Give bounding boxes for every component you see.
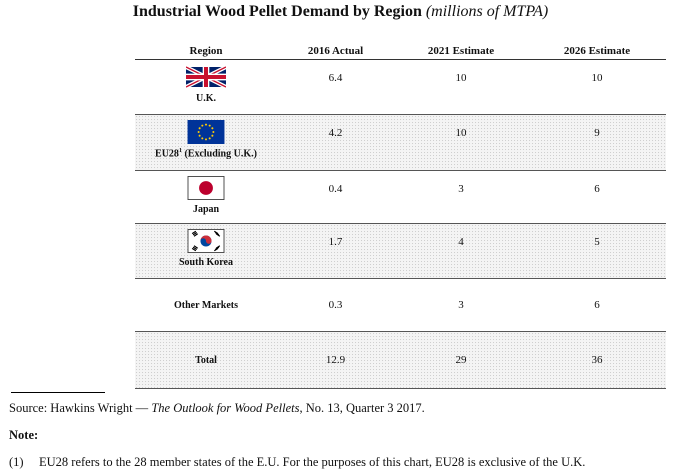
header-2021: 2021 Estimate: [427, 45, 495, 57]
value-2021: 29: [455, 354, 467, 366]
value-2021: 4: [458, 236, 464, 248]
value-2021: 10: [455, 127, 467, 139]
value-2026: 6: [594, 299, 600, 311]
value-2026: 36: [591, 354, 603, 366]
region-cell: Japan: [135, 171, 277, 223]
eu-flag-icon: [187, 120, 225, 144]
region-name: U.K.: [196, 93, 216, 104]
region-cell: EU281 (Excluding U.K.): [135, 115, 277, 170]
source-line: Source: Hawkins Wright — The Outlook for…: [9, 401, 425, 416]
table-row-other-markets: Other Markets 0.3 3 6: [135, 279, 666, 332]
note-number: (1): [9, 455, 24, 469]
note-text: (1) EU28 refers to the 28 member states o…: [9, 455, 585, 470]
table-row-japan: Japan 0.4 3 6: [135, 171, 666, 224]
demand-table: Region 2016 Actual 2021 Estimate 2026 Es…: [135, 42, 666, 389]
title-main: Industrial Wood Pellet Demand by Region: [132, 3, 422, 20]
region-name: Japan: [192, 204, 220, 215]
table-header: Region 2016 Actual 2021 Estimate 2026 Es…: [135, 42, 666, 60]
value-2021: 10: [455, 72, 467, 84]
footnote-divider: [11, 392, 105, 393]
source-suffix: , No. 13, Quarter 3 2017.: [299, 401, 425, 415]
uk-flag-icon: [186, 65, 226, 89]
japan-flag-icon: [187, 176, 225, 200]
region-cell: South Korea: [135, 224, 277, 278]
region-name: Other Markets: [174, 299, 238, 311]
value-2026: 6: [594, 183, 600, 195]
header-2026: 2026 Estimate: [563, 45, 631, 57]
region-cell: U.K.: [135, 60, 277, 114]
value-2021: 3: [458, 299, 464, 311]
note-body: EU28 refers to the 28 member states of t…: [39, 455, 586, 469]
region-name: South Korea: [179, 257, 233, 268]
table-row-south-korea: South Korea 1.7 4 5: [135, 224, 666, 279]
header-2016: 2016 Actual: [307, 45, 364, 57]
value-2026: 5: [594, 236, 600, 248]
value-2016: 0.3: [328, 299, 343, 311]
south-korea-flag-icon: [187, 229, 225, 253]
value-2016: 4.2: [328, 127, 343, 139]
table-row-uk: U.K. 6.4 10 10: [135, 60, 666, 115]
source-publication: The Outlook for Wood Pellets: [151, 401, 300, 415]
value-2021: 3: [458, 183, 464, 195]
value-2016: 0.4: [328, 183, 343, 195]
value-2016: 1.7: [328, 236, 343, 248]
value-2026: 10: [591, 72, 603, 84]
value-2016: 12.9: [325, 354, 346, 366]
table-row-total: Total 12.9 29 36: [135, 332, 666, 389]
header-region: Region: [189, 45, 223, 57]
region-cell: Total: [135, 332, 277, 388]
source-prefix: Source: Hawkins Wright —: [9, 401, 149, 415]
value-2016: 6.4: [328, 72, 343, 84]
value-2026: 9: [594, 127, 600, 139]
region-name: Total: [195, 354, 217, 366]
region-name: EU281 (Excluding U.K.): [155, 148, 257, 160]
region-cell: Other Markets: [135, 279, 277, 331]
chart-title: Industrial Wood Pellet Demand by Region …: [0, 2, 681, 22]
note-heading: Note:: [9, 428, 39, 442]
title-unit: (millions of MTPA): [425, 3, 549, 20]
table-row-eu28: EU281 (Excluding U.K.) 4.2 10 9: [135, 115, 666, 171]
